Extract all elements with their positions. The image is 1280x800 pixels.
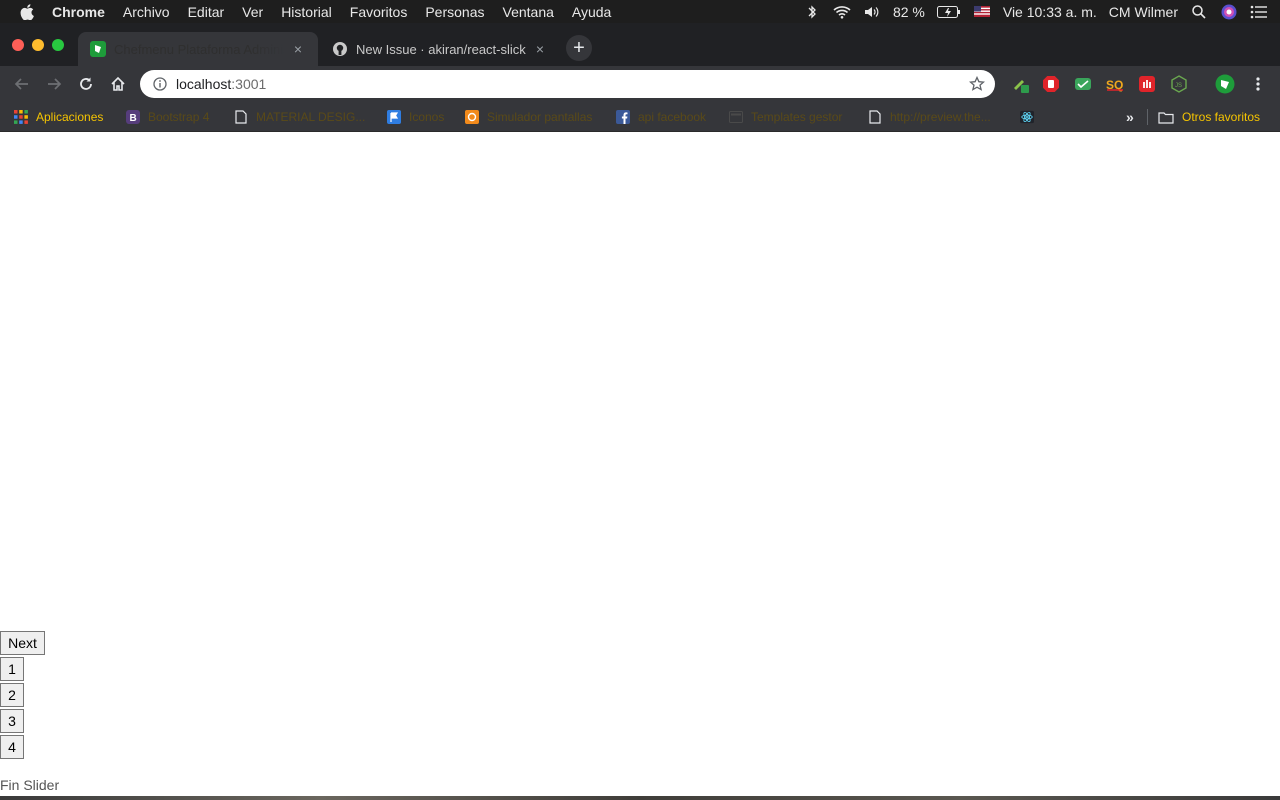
menubar-item-ver[interactable]: Ver xyxy=(242,4,263,20)
bookmark-label: MATERIAL DESIG... xyxy=(256,110,366,124)
facebook-icon xyxy=(616,110,630,124)
sq-extension-icon[interactable]: SQ xyxy=(1105,74,1125,94)
url-port: :3001 xyxy=(231,76,267,92)
bookmark-react[interactable] xyxy=(1020,108,1042,126)
apps-grid-icon xyxy=(14,110,28,124)
bookmark-iconos[interactable]: Iconos xyxy=(387,108,444,126)
macos-menubar: Chrome Archivo Editar Ver Historial Favo… xyxy=(0,0,1280,23)
spotlight-search-icon[interactable] xyxy=(1190,3,1208,21)
browser-toolbar: localhost:3001 SQ JS xyxy=(0,66,1280,102)
bookmark-other-favorites[interactable]: Otros favoritos xyxy=(1158,108,1260,126)
volume-icon[interactable] xyxy=(863,3,881,21)
notification-center-icon[interactable] xyxy=(1250,3,1268,21)
folder-icon xyxy=(1158,110,1174,124)
bookmark-label: Otros favoritos xyxy=(1182,110,1261,124)
new-tab-button[interactable]: + xyxy=(566,35,592,61)
menubar-item-personas[interactable]: Personas xyxy=(425,4,484,20)
bookmark-label: http://preview.the... xyxy=(890,110,991,124)
site-info-icon[interactable] xyxy=(152,76,168,92)
slider-dot-4-button[interactable]: 4 xyxy=(0,735,24,759)
color-picker-extension-icon[interactable] xyxy=(1010,74,1030,94)
battery-charging-icon[interactable] xyxy=(936,3,961,21)
bookmark-api-facebook[interactable]: api facebook xyxy=(616,108,706,126)
bookmark-material-design[interactable]: MATERIAL DESIG... xyxy=(234,108,365,126)
window-maximize-button[interactable] xyxy=(52,39,64,51)
slider-dot-1-button[interactable]: 1 xyxy=(0,657,24,681)
bookmark-apps[interactable]: Aplicaciones xyxy=(14,108,103,126)
bookmark-bootstrap[interactable]: B Bootstrap 4 xyxy=(126,108,209,126)
bookmark-label: api facebook xyxy=(638,110,707,124)
window-minimize-button[interactable] xyxy=(32,39,44,51)
home-icon[interactable] xyxy=(108,74,128,94)
mail-extension-icon[interactable] xyxy=(1073,74,1093,94)
apple-icon[interactable] xyxy=(18,3,36,21)
bookmarks-bar: Aplicaciones B Bootstrap 4 MATERIAL DESI… xyxy=(0,102,1280,132)
slider-next-button[interactable]: Next xyxy=(0,631,45,655)
forward-arrow-icon[interactable] xyxy=(44,74,64,94)
browser-tabstrip: Chefmenu Plataforma Administ × New Issue… xyxy=(0,23,1280,66)
address-bar[interactable]: localhost:3001 xyxy=(140,70,995,98)
chrome-menu-icon[interactable] xyxy=(1248,74,1268,94)
nodejs-extension-icon[interactable]: JS xyxy=(1169,74,1189,94)
chefmenu-profile-icon[interactable] xyxy=(1215,74,1235,94)
tab-title: Chefmenu Plataforma Administ xyxy=(114,41,284,57)
us-flag-icon[interactable] xyxy=(973,3,991,21)
double-chevron-icon: » xyxy=(1126,109,1134,125)
tab-github-issue[interactable]: New Issue · akiran/react-slick × xyxy=(320,32,560,66)
bookmark-simulador[interactable]: Simulador pantallas xyxy=(465,108,592,126)
hand-extension-icon[interactable] xyxy=(1137,74,1157,94)
template-icon xyxy=(729,110,743,124)
svg-text:JS: JS xyxy=(1175,83,1182,89)
page-icon xyxy=(234,110,248,124)
bookmarks-overflow-chevron-icon[interactable]: » xyxy=(1126,108,1134,126)
menubar-item-ayuda[interactable]: Ayuda xyxy=(572,4,611,20)
tab-chefmenu[interactable]: Chefmenu Plataforma Administ × xyxy=(78,32,318,66)
bookmark-label: Templates gestor xyxy=(751,110,843,124)
siri-icon[interactable] xyxy=(1220,3,1238,21)
battery-percentage: 82 % xyxy=(892,3,925,20)
bookmark-label: Simulador pantallas xyxy=(487,110,593,124)
bookmark-star-icon[interactable] xyxy=(968,75,986,92)
menubar-item-favoritos[interactable]: Favoritos xyxy=(350,4,408,20)
tab-title: New Issue · akiran/react-slick xyxy=(356,41,526,57)
svg-text:B: B xyxy=(130,113,137,124)
menubar-clock[interactable]: Vie 10:33 a. m. xyxy=(1003,4,1097,20)
flag-icon xyxy=(387,110,401,124)
back-arrow-icon[interactable] xyxy=(12,74,32,94)
react-icon xyxy=(1020,110,1034,124)
menubar-app-name[interactable]: Chrome xyxy=(52,4,105,20)
window-close-button[interactable] xyxy=(12,39,24,51)
bookmark-label: Aplicaciones xyxy=(36,110,104,124)
slider-end-text: Fin Slider xyxy=(0,777,60,793)
menubar-item-archivo[interactable]: Archivo xyxy=(123,4,170,20)
page-content: Next 1 2 3 4 Fin Slider xyxy=(0,133,1280,800)
close-icon[interactable]: × xyxy=(532,41,548,57)
menubar-item-ventana[interactable]: Ventana xyxy=(503,4,554,20)
close-icon[interactable]: × xyxy=(290,41,306,57)
menubar-item-historial[interactable]: Historial xyxy=(281,4,332,20)
url-host: localhost xyxy=(176,76,232,92)
adblock-extension-icon[interactable] xyxy=(1041,74,1061,94)
reload-icon[interactable] xyxy=(76,74,96,94)
next-section-image-edge xyxy=(0,796,1280,800)
bookmarks-divider xyxy=(1147,109,1148,125)
slider-dot-3-button[interactable]: 3 xyxy=(0,709,24,733)
chefmenu-icon xyxy=(90,41,106,57)
wifi-icon[interactable] xyxy=(833,3,851,21)
bookmark-templates-gestor[interactable]: Templates gestor xyxy=(729,108,842,126)
bootstrap-icon: B xyxy=(126,110,140,124)
bookmark-preview[interactable]: http://preview.the... xyxy=(868,108,991,126)
bookmark-label: Iconos xyxy=(409,110,445,124)
slider-dot-2-button[interactable]: 2 xyxy=(0,683,24,707)
menubar-item-editar[interactable]: Editar xyxy=(188,4,225,20)
simulator-icon xyxy=(465,110,479,124)
menubar-status-area: 82 % Vie 10:33 a. m. CM Wilmer xyxy=(803,0,1280,23)
bookmark-label: Bootstrap 4 xyxy=(148,110,210,124)
menubar-user[interactable]: CM Wilmer xyxy=(1109,4,1178,20)
bluetooth-icon[interactable] xyxy=(803,3,821,21)
page-icon xyxy=(868,110,882,124)
github-icon xyxy=(332,41,348,57)
